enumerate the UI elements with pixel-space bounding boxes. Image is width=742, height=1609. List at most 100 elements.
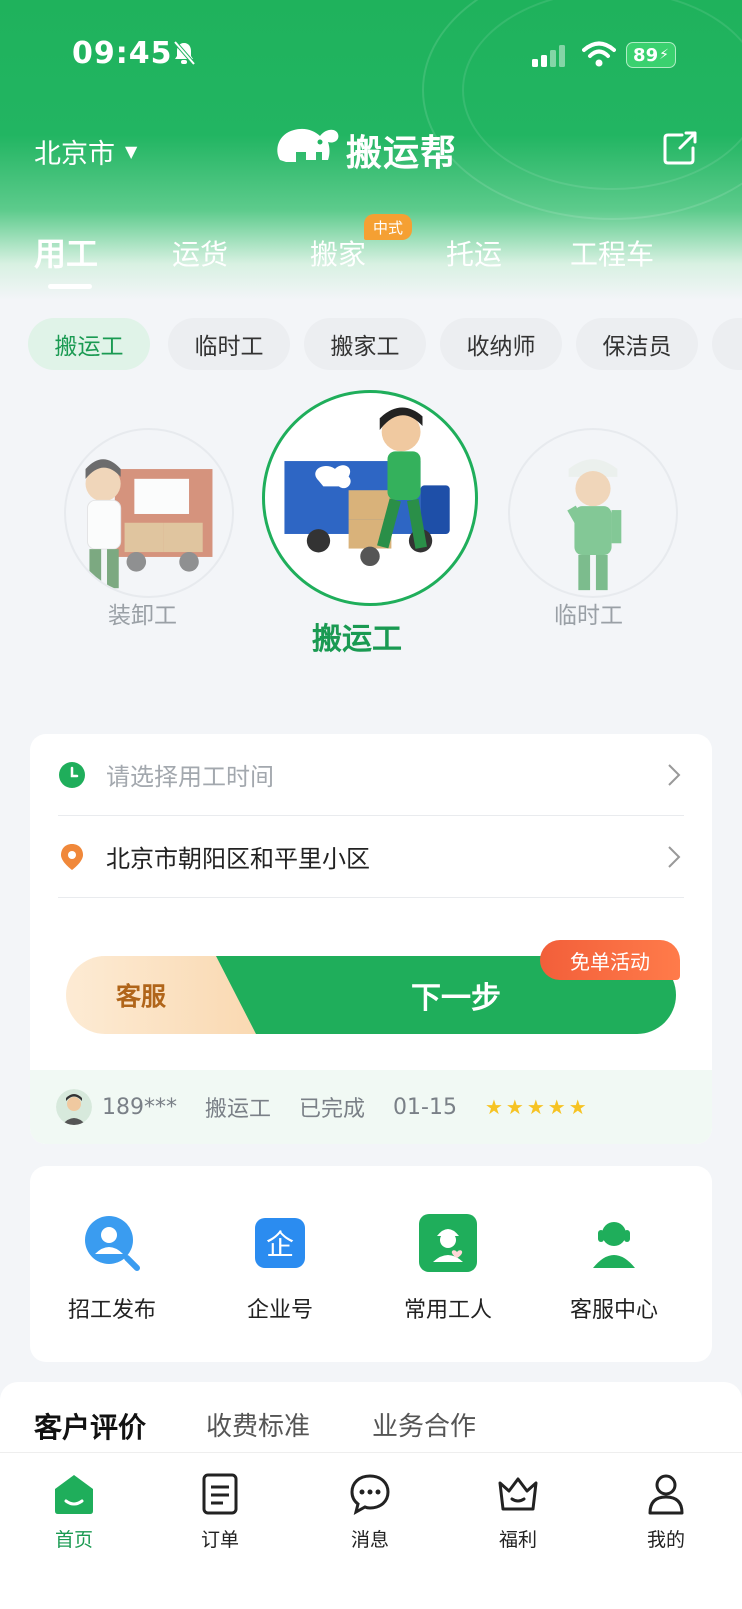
worker-porter-illustration[interactable] (262, 390, 478, 606)
nav-orders[interactable]: 订单 (170, 1471, 270, 1552)
status-bar: 09:45 89 ⚡ (0, 0, 742, 110)
star-icon: ★ (505, 1095, 524, 1119)
porter-worker-image (284, 407, 450, 567)
nav-label: 首页 (54, 1529, 93, 1551)
chip-moving-worker[interactable]: 搬家工 (304, 318, 426, 370)
worker-label-porter: 搬运工 (312, 622, 402, 657)
active-tab-indicator (48, 284, 92, 289)
svg-text:企: 企 (266, 1228, 294, 1261)
customer-service-icon (593, 1222, 635, 1268)
worker-loader-illustration[interactable] (64, 428, 234, 598)
recent-order-ticker: 189*** 搬运工 已完成 01-15 ★ ★ ★ ★ ★ (30, 1070, 712, 1144)
shortcut-recruit-post[interactable]: 招工发布 (32, 1212, 192, 1324)
address-row[interactable]: 北京市朝阳区和平里小区 (58, 816, 684, 898)
nav-messages[interactable]: 消息 (320, 1471, 420, 1552)
nav-benefits[interactable]: 福利 (468, 1471, 568, 1552)
chevron-right-icon (668, 845, 681, 868)
loader-worker-image (85, 459, 213, 589)
worker-label-temporary: 临时工 (554, 603, 623, 629)
caret-down-icon: ▼ (125, 142, 138, 161)
nav-label: 福利 (498, 1529, 537, 1551)
shortcut-service-center[interactable]: 客服中心 (534, 1212, 694, 1324)
app-logo: 搬运帮 (270, 120, 457, 180)
battery-level: 89 (633, 44, 659, 66)
temporary-worker-image (567, 459, 622, 591)
worker-label-loader: 装卸工 (108, 603, 177, 629)
recruit-search-icon (85, 1216, 140, 1271)
avatar (56, 1089, 92, 1125)
worker-type-tabs: 搬运工 临时工 搬家工 收纳师 保洁员 (28, 318, 742, 372)
chip-porter[interactable]: 搬运工 (28, 318, 150, 370)
location-pin-icon (61, 843, 83, 870)
star-icon: ★ (526, 1095, 545, 1119)
cellular-signal-icon (532, 45, 565, 67)
chip-cleaner[interactable]: 保洁员 (576, 318, 698, 370)
message-icon (350, 1474, 390, 1515)
worker-temporary-illustration[interactable] (508, 428, 678, 598)
tab-moving[interactable]: 搬家 (310, 233, 366, 273)
tab-label: 搬家 (310, 238, 367, 271)
wifi-icon (582, 41, 616, 67)
favorite-worker-icon (419, 1214, 477, 1272)
star-icon: ★ (484, 1095, 503, 1119)
status-time: 09:45 (72, 36, 173, 71)
shortcut-favorite-workers[interactable]: 常用工人 (368, 1212, 528, 1324)
order-status: 已完成 (299, 1097, 366, 1122)
tab-pricing[interactable]: 收费标准 (206, 1406, 310, 1443)
shortcut-label: 企业号 (246, 1298, 313, 1323)
moving-style-badge: 中式 (364, 214, 412, 240)
rating-stars: ★ ★ ★ ★ ★ (485, 1095, 587, 1119)
shortcut-grid: 招工发布 企 企业号 常用工人 客服中心 (30, 1166, 712, 1362)
tab-customer-reviews[interactable]: 客户评价 (34, 1406, 146, 1446)
tab-consignment[interactable]: 托运 (446, 233, 502, 273)
booking-card: 请选择用工时间 北京市朝阳区和平里小区 客服 下一步 免单活动 189*** 搬 (30, 734, 712, 1144)
time-select-row[interactable]: 请选择用工时间 (58, 734, 684, 816)
tab-business-cooperation[interactable]: 业务合作 (372, 1406, 476, 1443)
tab-label: 运货 (172, 238, 229, 271)
worker-carousel: 装卸工 搬运工 临时工 (0, 390, 742, 680)
star-icon: ★ (547, 1095, 566, 1119)
city-label: 北京市 (34, 139, 115, 170)
clock-icon (59, 761, 85, 788)
nav-label: 消息 (350, 1529, 389, 1551)
nav-home[interactable]: 首页 (24, 1471, 124, 1552)
nav-profile[interactable]: 我的 (616, 1471, 716, 1552)
app-header: 09:45 89 ⚡ 北京市 ▼ 搬运帮 用工 运货 搬家 托运 工程车 中式 (0, 0, 742, 300)
tab-freight[interactable]: 运货 (172, 233, 228, 273)
home-icon (55, 1475, 93, 1514)
crown-icon (498, 1477, 538, 1511)
city-selector[interactable]: 北京市 ▼ (34, 132, 137, 171)
shortcut-label: 常用工人 (403, 1298, 492, 1323)
shortcut-label: 客服中心 (569, 1298, 658, 1323)
logo-text: 搬运帮 (346, 133, 458, 174)
tab-employment[interactable]: 用工 (34, 229, 99, 289)
info-section: 客户评价 收费标准 业务合作 (0, 1382, 742, 1462)
chip-more[interactable] (712, 318, 742, 370)
elephant-logo-icon (277, 128, 339, 162)
tab-label: 用工 (34, 235, 99, 273)
bell-muted-icon (173, 40, 196, 66)
tab-label: 托运 (446, 238, 503, 271)
chevron-right-icon (668, 763, 681, 786)
bottom-navigation: 首页 订单 消息 福利 我的 (0, 1452, 742, 1609)
free-order-promo-badge[interactable]: 免单活动 (540, 940, 680, 980)
star-icon: ★ (568, 1095, 587, 1119)
order-date: 01-15 (393, 1094, 457, 1120)
share-icon[interactable] (662, 130, 698, 166)
shortcut-enterprise[interactable]: 企 企业号 (200, 1212, 360, 1324)
address-text: 北京市朝阳区和平里小区 (106, 845, 370, 873)
order-type: 搬运工 (205, 1097, 272, 1122)
nav-label: 订单 (200, 1529, 239, 1551)
enterprise-icon: 企 (255, 1218, 305, 1268)
tab-engineering-vehicle[interactable]: 工程车 (570, 233, 654, 273)
tab-label: 工程车 (570, 238, 655, 271)
chip-organizer[interactable]: 收纳师 (440, 318, 562, 370)
shortcut-label: 招工发布 (67, 1298, 156, 1323)
profile-icon (648, 1474, 684, 1515)
order-phone: 189*** (102, 1094, 177, 1120)
battery-indicator: 89 ⚡ (626, 42, 676, 68)
time-placeholder: 请选择用工时间 (106, 763, 274, 791)
chip-temporary-worker[interactable]: 临时工 (168, 318, 290, 370)
nav-label: 我的 (646, 1529, 685, 1551)
order-icon (202, 1473, 238, 1515)
